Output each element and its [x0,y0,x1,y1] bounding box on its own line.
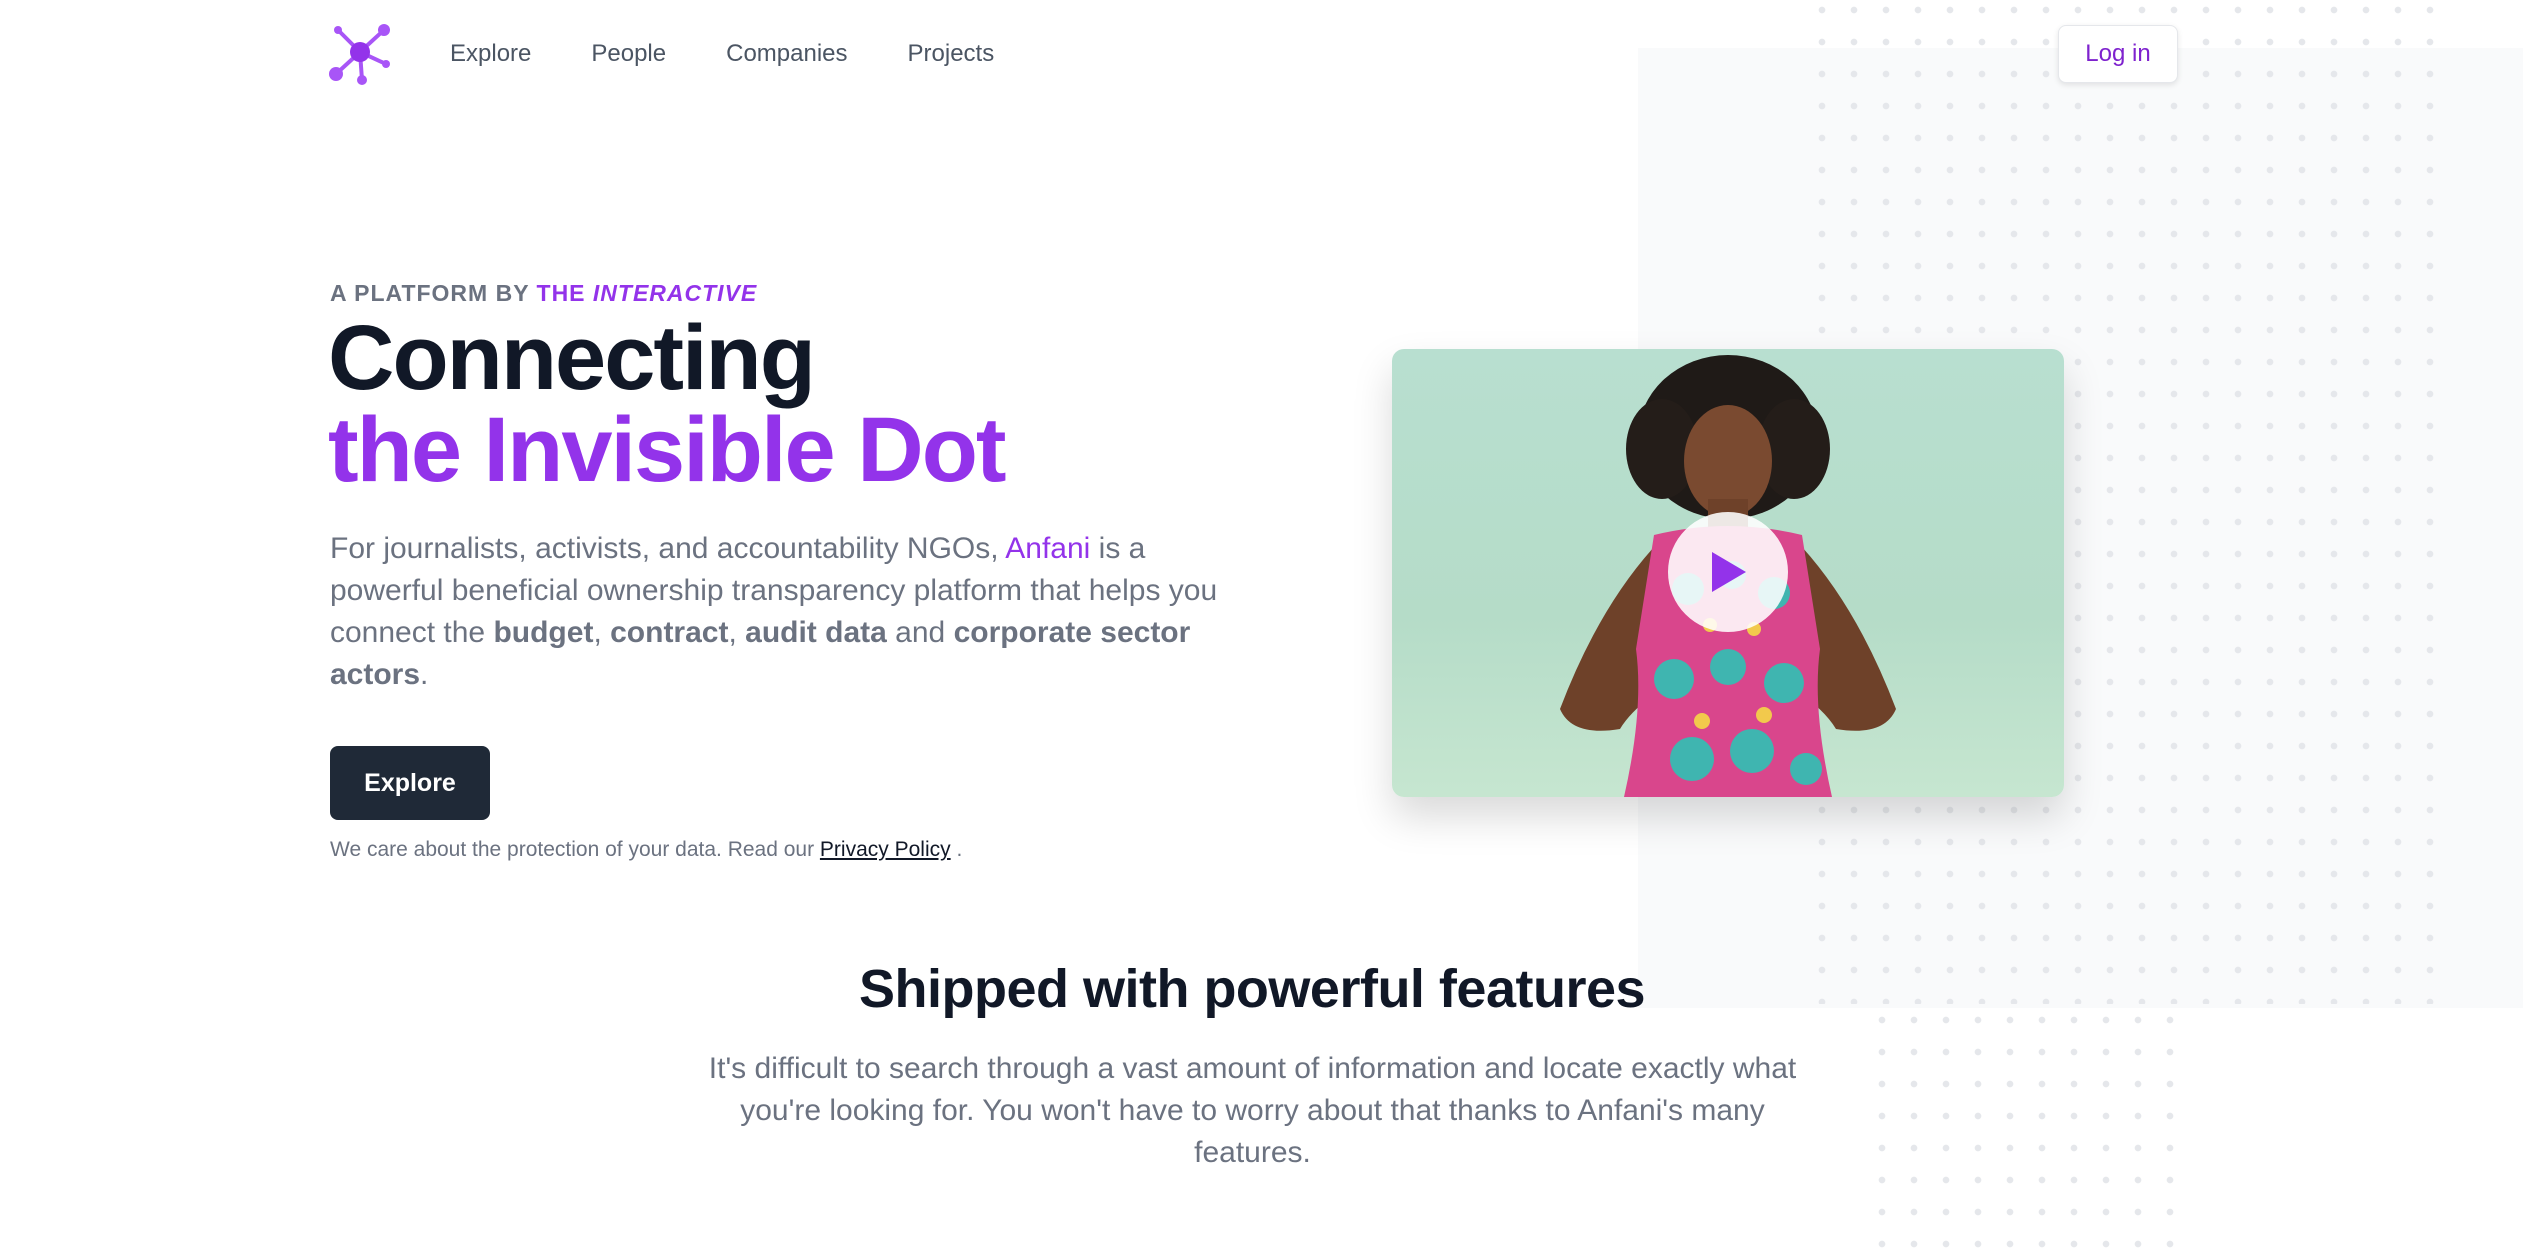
privacy-note: We care about the protection of your dat… [330,838,962,862]
login-button[interactable]: Log in [2058,25,2178,83]
dot-pattern-lower [1866,1004,2186,1252]
hero-description: For journalists, activists, and accounta… [330,528,1250,696]
play-button[interactable] [1668,512,1788,632]
hero-headline: Connecting the Invisible Dot [328,307,1007,501]
network-nodes-icon[interactable] [328,22,392,86]
explore-button[interactable]: Explore [330,746,490,820]
features-description: It's difficult to search through a vast … [708,1052,1797,1169]
play-icon [1712,552,1746,592]
privacy-text: We care about the protection of your dat… [330,838,820,861]
privacy-policy-link[interactable]: Privacy Policy [820,838,951,861]
eyebrow-brand-the: THE [536,280,593,306]
nav-link-companies[interactable]: Companies [726,36,847,72]
lead-bold-contract: contract [610,616,729,649]
lead-brand: Anfani [1005,532,1091,565]
headline-line-1: Connecting [328,307,816,409]
lead-bold-audit: audit data [745,616,887,649]
lead-part-1: For journalists, activists, and accounta… [330,532,1006,565]
lead-end: . [420,658,429,691]
lead-sep-1: , [593,616,611,649]
lead-and: and [886,616,954,649]
eyebrow-prefix: A PLATFORM BY [330,280,537,306]
features-title: Shipped with powerful features [858,959,1646,1019]
eyebrow-brand-name: INTERACTIVE [592,280,758,306]
hero-eyebrow: A PLATFORM BY THE INTERACTIVE [330,280,757,307]
nav-links: Explore People Companies Projects [450,36,1054,72]
top-nav: Explore People Companies Projects Log in [0,0,2523,110]
nav-link-people[interactable]: People [591,36,666,72]
nav-link-projects[interactable]: Projects [908,36,995,72]
lead-bold-budget: budget [493,616,594,649]
hero-video[interactable] [1392,349,2064,797]
nav-link-explore[interactable]: Explore [450,36,531,72]
lead-sep-2: , [728,616,746,649]
privacy-end: . [950,838,963,861]
headline-line-2: the Invisible Dot [328,399,1007,501]
